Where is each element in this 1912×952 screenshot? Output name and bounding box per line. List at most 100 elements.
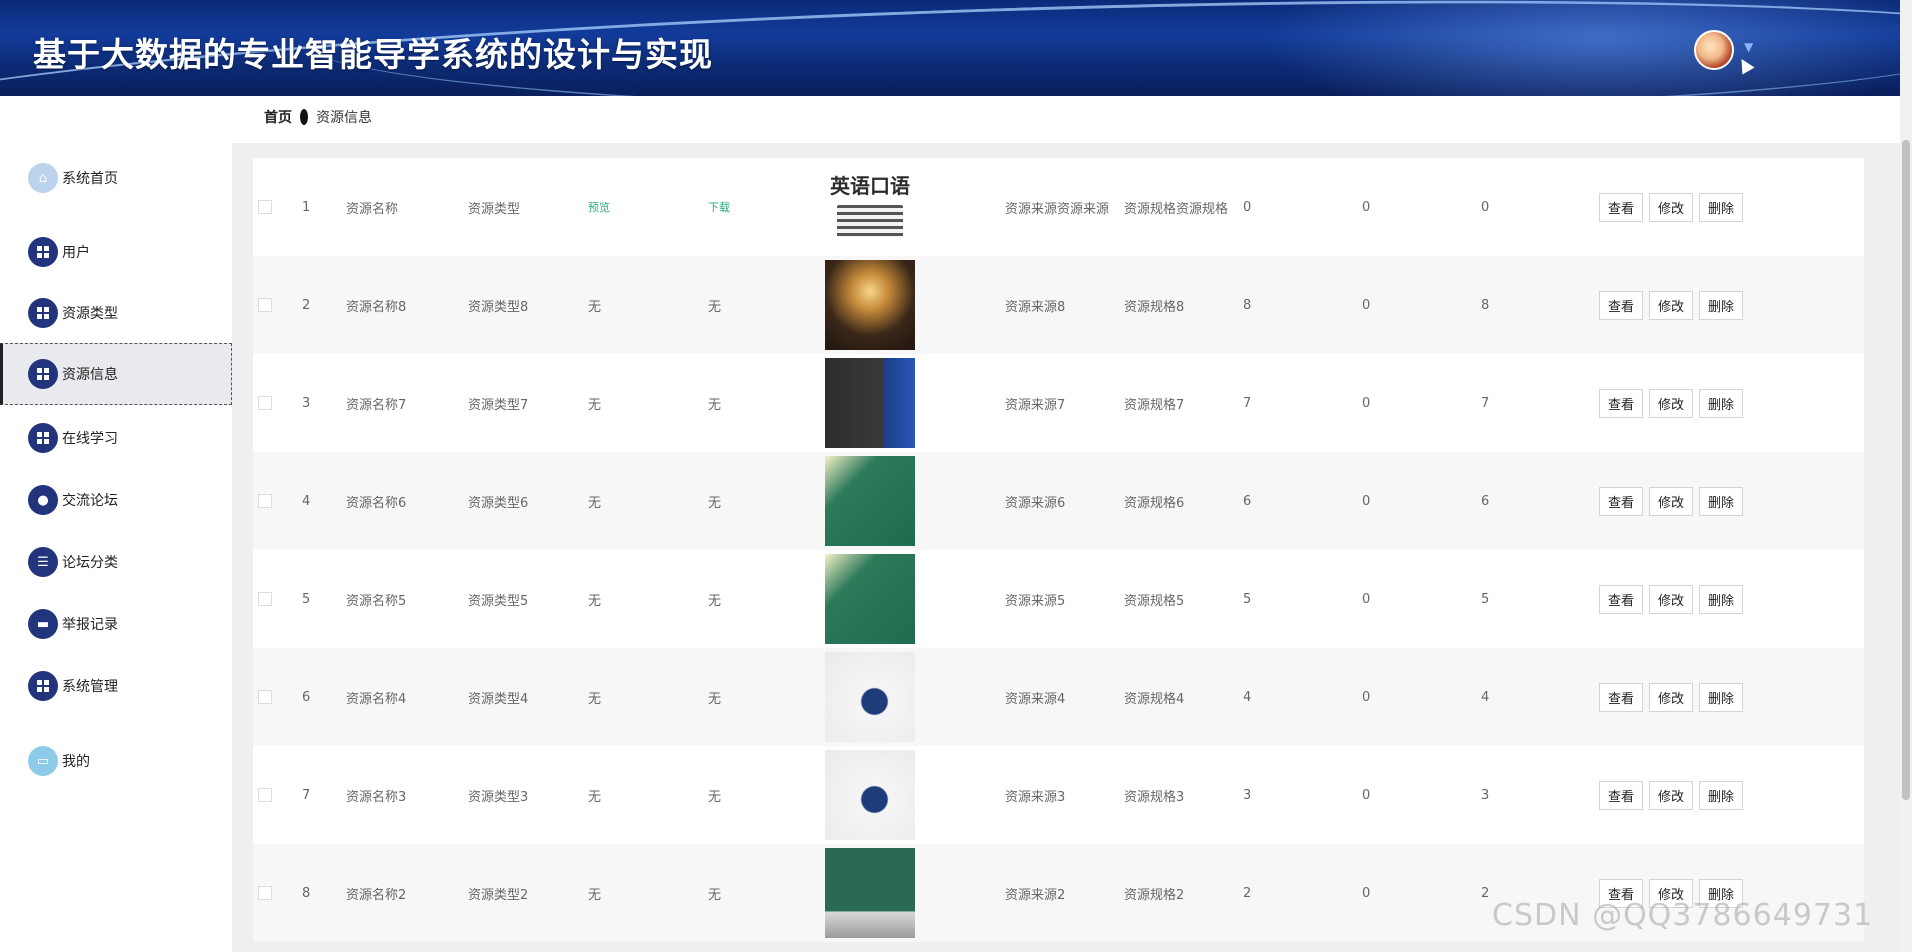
view-button[interactable]: 查看 bbox=[1599, 290, 1644, 320]
row-checkbox[interactable] bbox=[258, 200, 272, 214]
sidebar-item-forum-category[interactable]: ☰ 论坛分类 bbox=[0, 532, 232, 592]
cell-download-link[interactable]: 下载 bbox=[708, 158, 730, 256]
resource-image bbox=[825, 652, 915, 742]
cell-name: 资源名称7 bbox=[346, 397, 407, 413]
cell-name: 资源名称2 bbox=[346, 887, 407, 903]
delete-button[interactable]: 删除 bbox=[1699, 290, 1744, 320]
cell-source: 资源来源2 bbox=[1005, 887, 1066, 903]
table-row: 7 资源名称3 资源类型3 无 无 资源来源3 资源规格3 3 0 3 查看 修改 删除 bbox=[253, 746, 1864, 844]
cell-download: 无 bbox=[708, 593, 722, 609]
sidebar-item-home[interactable]: ⌂ 系统首页 bbox=[0, 148, 232, 208]
cell-source: 资源来源8 bbox=[1005, 299, 1066, 315]
view-button[interactable]: 查看 bbox=[1599, 584, 1644, 614]
row-checkbox[interactable] bbox=[258, 886, 272, 900]
cell-idx: 3 bbox=[302, 395, 311, 411]
scrollbar-thumb[interactable] bbox=[1902, 140, 1910, 800]
cell-idx: 6 bbox=[302, 689, 311, 705]
view-button[interactable]: 查看 bbox=[1599, 388, 1644, 418]
delete-button[interactable]: 删除 bbox=[1699, 388, 1744, 418]
sidebar-item-label: 系统首页 bbox=[62, 171, 118, 187]
cell-n3: 5 bbox=[1481, 591, 1490, 607]
sidebar-item-mine[interactable]: ▭ 我的 bbox=[0, 731, 232, 791]
cell-n2: 0 bbox=[1362, 493, 1371, 509]
edit-button[interactable]: 修改 bbox=[1649, 584, 1694, 614]
sidebar-item-forum[interactable]: ● 交流论坛 bbox=[0, 470, 232, 530]
row-actions: 查看 修改 删除 bbox=[1599, 354, 1749, 452]
sidebar-item-resource-info[interactable]: 资源信息 bbox=[0, 343, 232, 405]
sidebar-item-resource-type[interactable]: 资源类型 bbox=[0, 283, 232, 343]
cell-n2: 0 bbox=[1362, 787, 1371, 803]
table-row: 5 资源名称5 资源类型5 无 无 资源来源5 资源规格5 5 0 5 查看 修改 删除 bbox=[253, 550, 1864, 648]
view-button[interactable]: 查看 bbox=[1599, 486, 1644, 516]
watermark: CSDN @QQ3786649731 bbox=[1492, 898, 1874, 933]
cell-preview: 无 bbox=[588, 691, 602, 707]
row-checkbox[interactable] bbox=[258, 690, 272, 704]
list-icon: ☰ bbox=[28, 547, 58, 577]
bulb-icon: ● bbox=[28, 485, 58, 515]
cell-n1: 8 bbox=[1243, 297, 1252, 313]
row-actions: 查看 修改 删除 bbox=[1599, 452, 1749, 550]
edit-button[interactable]: 修改 bbox=[1649, 486, 1694, 516]
cell-spec: 资源规格6 bbox=[1124, 495, 1185, 511]
cell-idx: 2 bbox=[302, 297, 311, 313]
edit-button[interactable]: 修改 bbox=[1649, 388, 1694, 418]
cell-spec: 资源规格2 bbox=[1124, 887, 1185, 903]
cell-n2: 0 bbox=[1362, 199, 1371, 215]
sidebar-item-label: 在线学习 bbox=[62, 431, 118, 447]
sidebar-item-users[interactable]: 用户 bbox=[0, 222, 232, 282]
delete-button[interactable]: 删除 bbox=[1699, 192, 1744, 222]
page-scrollbar[interactable] bbox=[1900, 0, 1912, 952]
row-checkbox-cell bbox=[258, 550, 272, 648]
cell-preview-link[interactable]: 预览 bbox=[588, 158, 610, 256]
resource-image bbox=[825, 750, 915, 840]
grid-icon bbox=[28, 671, 58, 701]
row-checkbox[interactable] bbox=[258, 396, 272, 410]
monitor-icon: ▬ bbox=[28, 609, 58, 639]
cell-spec: 资源规格8 bbox=[1124, 299, 1185, 315]
user-avatar[interactable] bbox=[1694, 30, 1734, 70]
cell-n2: 0 bbox=[1362, 885, 1371, 901]
edit-button[interactable]: 修改 bbox=[1649, 192, 1694, 222]
cell-n1: 2 bbox=[1243, 885, 1252, 901]
sidebar-item-online-learning[interactable]: 在线学习 bbox=[0, 408, 232, 468]
cell-name: 资源名称 bbox=[346, 201, 399, 217]
row-checkbox[interactable] bbox=[258, 298, 272, 312]
edit-button[interactable]: 修改 bbox=[1649, 780, 1694, 810]
delete-button[interactable]: 删除 bbox=[1699, 486, 1744, 516]
view-button[interactable]: 查看 bbox=[1599, 780, 1644, 810]
cell-spec: 资源规格7 bbox=[1124, 397, 1185, 413]
cell-n3: 4 bbox=[1481, 689, 1490, 705]
breadcrumb-home[interactable]: 首页 bbox=[264, 107, 292, 127]
view-button[interactable]: 查看 bbox=[1599, 192, 1644, 222]
row-actions: 查看 修改 删除 bbox=[1599, 746, 1749, 844]
row-checkbox[interactable] bbox=[258, 494, 272, 508]
edit-button[interactable]: 修改 bbox=[1649, 682, 1694, 712]
row-checkbox[interactable] bbox=[258, 788, 272, 802]
cell-name: 资源名称6 bbox=[346, 495, 407, 511]
cell-source: 资源来源5 bbox=[1005, 593, 1066, 609]
sidebar-item-report[interactable]: ▬ 举报记录 bbox=[0, 594, 232, 654]
sidebar-item-system[interactable]: 系统管理 bbox=[0, 656, 232, 716]
cell-type: 资源类型4 bbox=[468, 691, 529, 707]
cell-name: 资源名称5 bbox=[346, 593, 407, 609]
caret-down-icon[interactable]: ▼ bbox=[1744, 40, 1753, 54]
delete-button[interactable]: 删除 bbox=[1699, 584, 1744, 614]
cell-spec: 资源规格3 bbox=[1124, 789, 1185, 805]
row-checkbox[interactable] bbox=[258, 592, 272, 606]
cell-preview: 无 bbox=[588, 789, 602, 805]
resource-image: 英语口语 bbox=[825, 162, 915, 252]
cell-idx: 8 bbox=[302, 885, 311, 901]
view-button[interactable]: 查看 bbox=[1599, 682, 1644, 712]
cell-download: 无 bbox=[708, 299, 722, 315]
row-checkbox-cell bbox=[258, 746, 272, 844]
cell-preview: 无 bbox=[588, 593, 602, 609]
edit-button[interactable]: 修改 bbox=[1649, 290, 1694, 320]
cell-type: 资源类型2 bbox=[468, 887, 529, 903]
delete-button[interactable]: 删除 bbox=[1699, 682, 1744, 712]
delete-button[interactable]: 删除 bbox=[1699, 780, 1744, 810]
sidebar-item-label: 资源类型 bbox=[62, 306, 118, 322]
cell-n1: 5 bbox=[1243, 591, 1252, 607]
resource-image bbox=[825, 456, 915, 546]
breadcrumb: 首页 资源信息 bbox=[264, 106, 372, 128]
cell-source: 资源来源3 bbox=[1005, 789, 1066, 805]
